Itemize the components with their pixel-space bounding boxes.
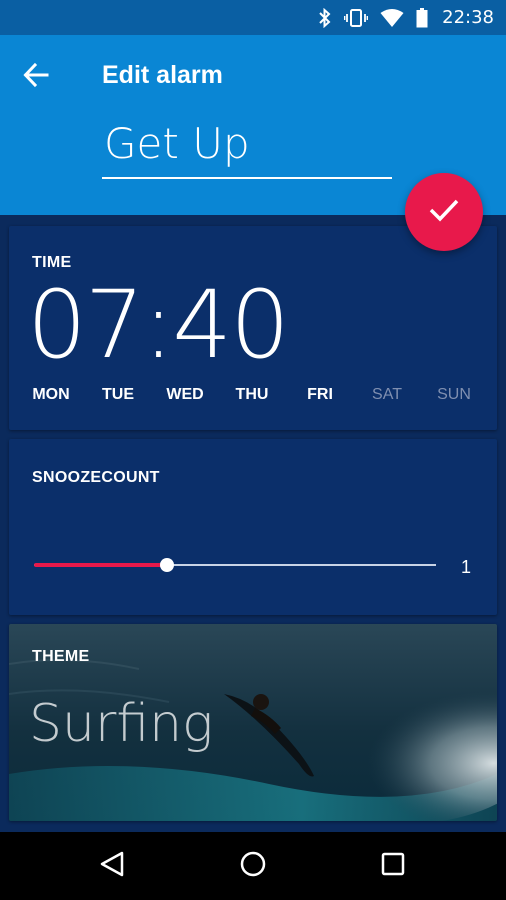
alarm-time[interactable]: 07:40 (27, 274, 290, 378)
vibrate-icon (344, 8, 369, 28)
status-clock: 22:38 (442, 7, 494, 28)
day-toggle-wed[interactable]: WED (166, 386, 203, 404)
day-toggle-mon[interactable]: MON (32, 386, 69, 404)
back-button[interactable] (16, 57, 56, 97)
day-toggle-sat[interactable]: SAT (372, 386, 402, 404)
theme-name[interactable]: Surfing (29, 694, 213, 754)
status-icons: 22:38 (318, 7, 494, 28)
nav-home-button[interactable] (235, 848, 271, 884)
day-toggle-sun[interactable]: SUN (437, 386, 471, 404)
snooze-label: SNOOZECOUNT (32, 469, 160, 486)
slider-fill (34, 563, 167, 567)
snooze-card: SNOOZECOUNT 1 (9, 439, 497, 615)
theme-label: THEME (32, 648, 90, 665)
home-circle-icon (239, 850, 267, 883)
wifi-icon (380, 8, 404, 28)
day-toggle-thu[interactable]: THU (236, 386, 269, 404)
bluetooth-icon (318, 7, 332, 28)
day-toggle-fri[interactable]: FRI (307, 386, 333, 404)
recents-square-icon (380, 851, 406, 882)
slider-thumb[interactable] (159, 558, 174, 572)
day-toggle-tue[interactable]: TUE (102, 386, 134, 404)
weekday-selector: MON TUE WED THU FRI SAT SUN (9, 386, 497, 406)
page-title: Edit alarm (102, 61, 223, 89)
alarm-name-input[interactable] (102, 115, 392, 179)
theme-card[interactable]: THEME Surfing (9, 624, 497, 821)
nav-back-button[interactable] (94, 848, 130, 884)
system-nav-bar (0, 832, 506, 900)
snooze-value: 1 (461, 557, 472, 577)
time-label: TIME (32, 254, 72, 271)
arrow-back-icon (23, 62, 49, 93)
check-icon (428, 197, 460, 228)
back-triangle-icon (99, 850, 125, 883)
snooze-slider[interactable] (34, 557, 436, 573)
time-card: TIME 07:40 MON TUE WED THU FRI SAT SUN (9, 226, 497, 430)
nav-recents-button[interactable] (375, 848, 411, 884)
status-bar: 22:38 (0, 0, 506, 35)
battery-icon (416, 7, 428, 28)
save-fab-button[interactable] (405, 173, 483, 251)
